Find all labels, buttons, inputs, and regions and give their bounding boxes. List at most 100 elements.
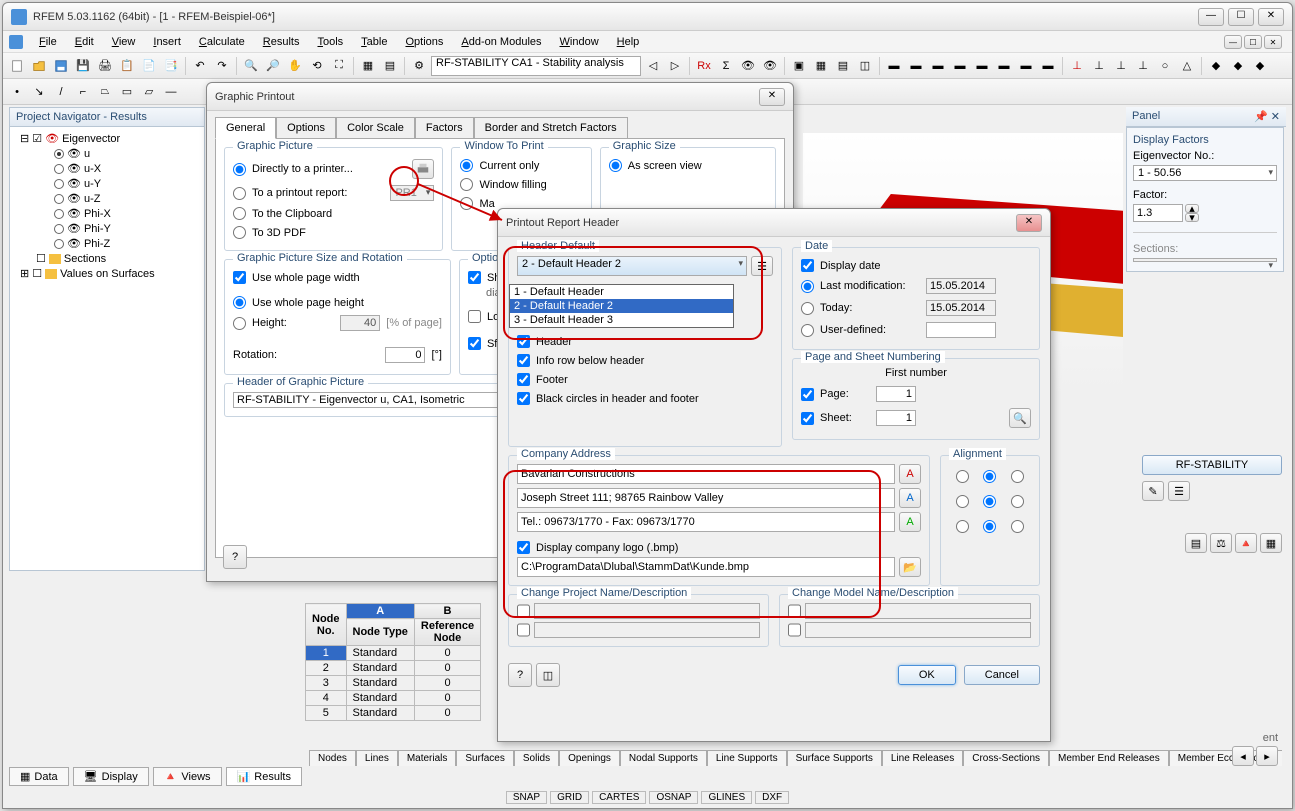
axis6-icon[interactable]: △	[1177, 56, 1197, 76]
render6-icon[interactable]: ▬	[994, 56, 1014, 76]
status-glines[interactable]: GLINES	[701, 791, 752, 804]
panel-eigen-combo[interactable]: 1 - 50.56	[1133, 165, 1277, 181]
eye2-icon[interactable]: 👁	[760, 56, 780, 76]
bottom-tab-solids[interactable]: Solids	[514, 750, 559, 766]
prh-company-line1[interactable]	[517, 464, 895, 484]
status-osnap[interactable]: OSNAP	[649, 791, 698, 804]
redo-icon[interactable]: ↷	[212, 56, 232, 76]
bottom-tab-lines[interactable]: Lines	[356, 750, 398, 766]
minimize-button[interactable]: —	[1198, 8, 1224, 26]
menu-results[interactable]: Results	[255, 34, 308, 50]
axis4-icon[interactable]: ⊥	[1133, 56, 1153, 76]
tb2-6-icon[interactable]: ▭	[117, 82, 137, 102]
undo-icon[interactable]: ↶	[190, 56, 210, 76]
gp-radio-report[interactable]	[233, 187, 246, 200]
tb2-8-icon[interactable]: —	[161, 82, 181, 102]
menu-insert[interactable]: Insert	[145, 34, 189, 50]
eye-icon[interactable]: 👁	[738, 56, 758, 76]
end3-icon[interactable]: ◆	[1250, 56, 1270, 76]
prh-sheet-input[interactable]	[876, 410, 916, 426]
menu-help[interactable]: Help	[609, 34, 648, 50]
prh-header-option-3[interactable]: 3 - Default Header 3	[510, 313, 733, 327]
bottom-tab-surfacesupports[interactable]: Surface Supports	[787, 750, 882, 766]
prh-chk-sheet[interactable]	[801, 412, 814, 425]
menu-table[interactable]: Table	[353, 34, 395, 50]
tb2-4-icon[interactable]: ⌐	[73, 82, 93, 102]
prh-align1-center[interactable]	[983, 470, 996, 483]
zoom2-icon[interactable]: 🔎	[263, 56, 283, 76]
gp-radio-screen[interactable]	[609, 159, 622, 172]
module-icon[interactable]: ⚙	[409, 56, 429, 76]
tree-sections[interactable]: ☐Sections	[14, 251, 200, 266]
gp-rotation-input[interactable]	[385, 347, 425, 363]
prh-align3-right[interactable]	[1011, 520, 1024, 533]
view-icon[interactable]: ▣	[789, 56, 809, 76]
status-dxf[interactable]: DXF	[755, 791, 789, 804]
table-row[interactable]: 4	[306, 691, 347, 706]
gp-tab-options[interactable]: Options	[276, 117, 336, 138]
prh-header-combo[interactable]: 2 - Default Header 2	[517, 256, 747, 276]
nav-prev-icon[interactable]: ◁	[643, 56, 663, 76]
gp-chk-lo[interactable]	[468, 310, 481, 323]
status-tab-display[interactable]: 🖥Display	[73, 767, 149, 786]
prh-align3-center[interactable]	[983, 520, 996, 533]
gp-tab-factors[interactable]: Factors	[415, 117, 474, 138]
status-tab-results[interactable]: 📊Results	[226, 767, 302, 786]
prh-align2-center[interactable]	[983, 495, 996, 508]
axis-icon[interactable]: ⊥	[1067, 56, 1087, 76]
prh-company-line2[interactable]	[517, 488, 895, 508]
tree-item-phiy[interactable]: 👁Phi-Y	[14, 221, 200, 236]
prh-chk-projname[interactable]	[517, 603, 530, 619]
menu-addon[interactable]: Add-on Modules	[453, 34, 549, 50]
print-icon[interactable]: 🖨	[95, 56, 115, 76]
tree-item-phix[interactable]: 👁Phi-X	[14, 206, 200, 221]
nav-next-icon[interactable]: ▷	[665, 56, 685, 76]
panel-mode4-icon[interactable]: ▦	[1260, 533, 1282, 553]
prh-ok-button[interactable]: OK	[898, 665, 956, 685]
new-icon[interactable]	[7, 56, 27, 76]
table-row[interactable]: 5	[306, 706, 347, 721]
prh-chk-inforow[interactable]	[517, 354, 530, 367]
prh-radio-user[interactable]	[801, 324, 814, 337]
zoom-icon[interactable]: 🔍	[241, 56, 261, 76]
panel-pin-icon[interactable]: 📌 ✕	[1254, 110, 1280, 123]
prh-header-option-2[interactable]: 2 - Default Header 2	[510, 299, 733, 313]
gp-radio-current[interactable]	[460, 159, 473, 172]
status-snap[interactable]: SNAP	[506, 791, 547, 804]
axis5-icon[interactable]: ○	[1155, 56, 1175, 76]
prh-chk-displaydate[interactable]	[801, 259, 814, 272]
tree-root-eigenvector[interactable]: ⊟☑👁Eigenvector	[14, 131, 200, 146]
gp-radio-windowfill[interactable]	[460, 178, 473, 191]
prh-radio-today[interactable]	[801, 302, 814, 315]
gp-printer-settings-button[interactable]	[412, 159, 434, 179]
report-icon[interactable]: 📑	[161, 56, 181, 76]
tb2-7-icon[interactable]: ▱	[139, 82, 159, 102]
gp-chk-sf[interactable]	[468, 337, 481, 350]
tb2-5-icon[interactable]: ⏢	[95, 82, 115, 102]
prh-chk-modeldesc[interactable]	[788, 622, 801, 638]
tab-scroll-right[interactable]: ▸	[1256, 746, 1278, 766]
prh-align1-right[interactable]	[1011, 470, 1024, 483]
gp-radio-height[interactable]	[233, 317, 246, 330]
gp-radio-directly[interactable]	[233, 163, 246, 176]
prh-default-button[interactable]: ◫	[536, 663, 560, 687]
tb2-1-icon[interactable]: •	[7, 82, 27, 102]
bottom-tab-linesupports[interactable]: Line Supports	[707, 750, 787, 766]
bottom-tab-openings[interactable]: Openings	[559, 750, 620, 766]
menu-view[interactable]: View	[104, 34, 144, 50]
prh-close-button[interactable]: ✕	[1016, 214, 1042, 232]
tree-values[interactable]: ⊞☐Values on Surfaces	[14, 266, 200, 281]
bottom-tab-nodes[interactable]: Nodes	[309, 750, 356, 766]
prh-chk-blackcircles[interactable]	[517, 392, 530, 405]
prh-align1-left[interactable]	[956, 470, 969, 483]
prh-page-input[interactable]	[876, 386, 916, 402]
save-icon[interactable]	[51, 56, 71, 76]
tb2-2-icon[interactable]: ↘	[29, 82, 49, 102]
tree-item-uy[interactable]: 👁u-Y	[14, 176, 200, 191]
prh-align2-right[interactable]	[1011, 495, 1024, 508]
gp-chk-wholewidth[interactable]	[233, 271, 246, 284]
gp-tab-general[interactable]: General	[215, 117, 276, 139]
status-tab-data[interactable]: ▦Data	[9, 767, 69, 786]
bottom-tab-surfaces[interactable]: Surfaces	[456, 750, 513, 766]
prh-font3-button[interactable]: A	[899, 512, 921, 532]
